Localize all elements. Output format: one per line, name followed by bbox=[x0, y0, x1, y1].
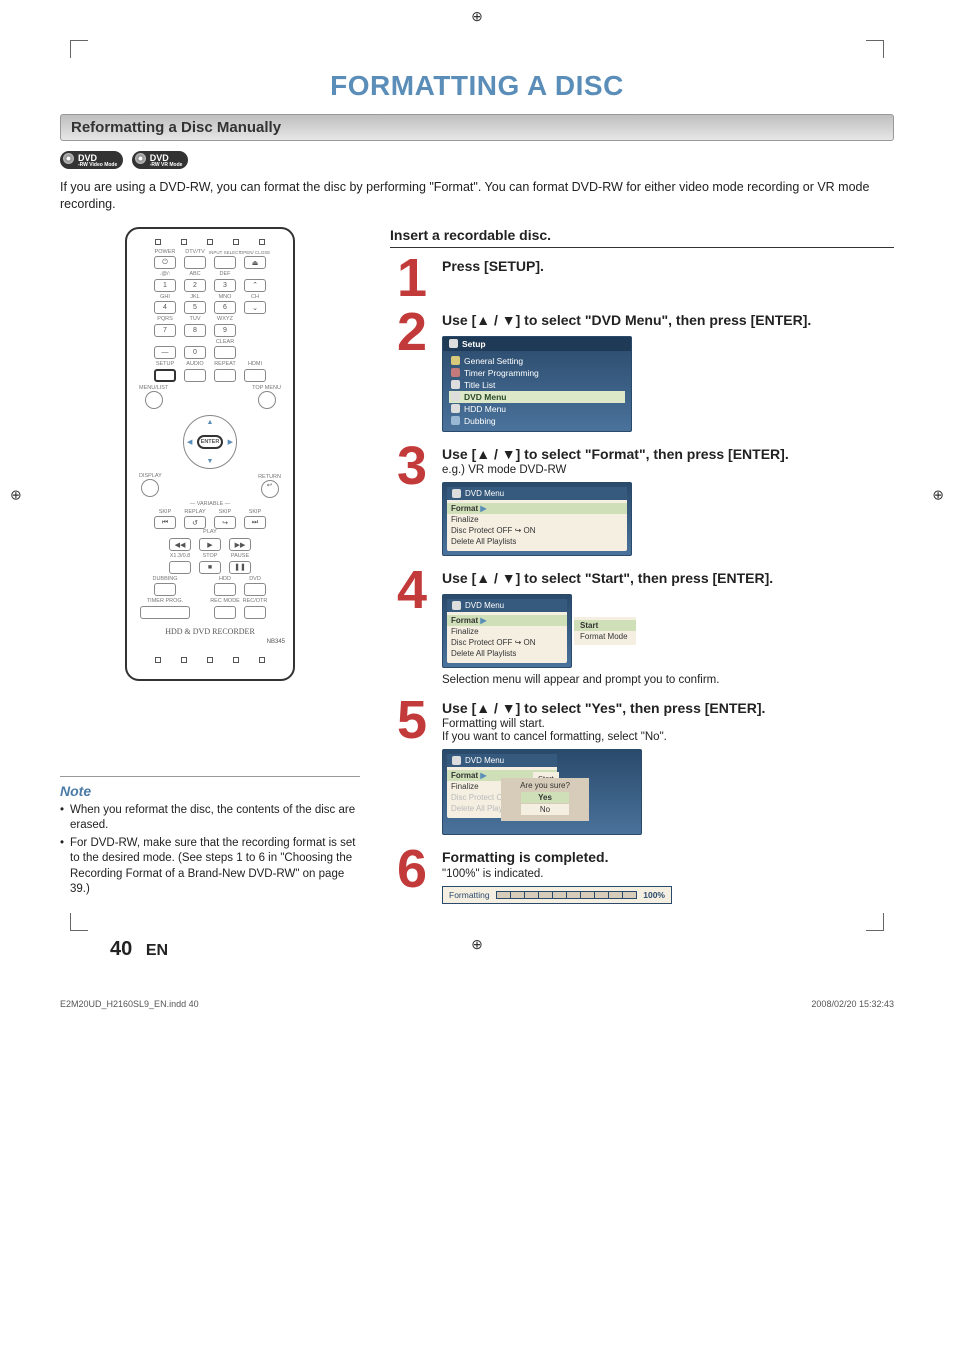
page-language: EN bbox=[146, 942, 168, 959]
timer-icon bbox=[451, 368, 460, 377]
enter-button: ENTER bbox=[197, 435, 223, 449]
note-item: When you reformat the disc, the contents… bbox=[60, 803, 360, 834]
crop-mark-icon: ⊕ bbox=[471, 8, 483, 25]
step-title: Use [▲ / ▼] to select "DVD Menu", then p… bbox=[442, 312, 894, 330]
step-after-text: Selection menu will appear and prompt yo… bbox=[442, 674, 894, 686]
section-header: Reformatting a Disc Manually bbox=[60, 114, 894, 141]
confirm-dialog: Are you sure? Yes No bbox=[501, 778, 589, 821]
step-number: 2 bbox=[390, 312, 434, 432]
start-panel: Start Format Mode bbox=[574, 617, 636, 645]
step-number: 6 bbox=[390, 849, 434, 904]
crop-mark-icon: ⊕ bbox=[932, 487, 944, 504]
dubbing-icon bbox=[451, 416, 460, 425]
list-icon bbox=[451, 380, 460, 389]
remote-brand: HDD & DVD RECORDER bbox=[135, 627, 285, 636]
confirm-osd: DVD Menu Format ▶ Finalize Disc Protect … bbox=[442, 749, 642, 835]
folder-icon bbox=[451, 356, 460, 365]
step-number: 1 bbox=[390, 258, 434, 299]
step-subtitle: Formatting will start. bbox=[442, 718, 894, 730]
dvd-menu-osd: DVD Menu Format ▶ Finalize Disc Protect … bbox=[442, 482, 632, 556]
note-box: Note When you reformat the disc, the con… bbox=[60, 776, 360, 898]
gear-icon bbox=[449, 339, 458, 348]
intro-text: If you are using a DVD-RW, you can forma… bbox=[60, 179, 894, 213]
dvd-rw-video-badge: DVD -RW Video Mode bbox=[60, 151, 123, 169]
nav-pad: ENTER ▲▼◀▶ bbox=[183, 415, 237, 469]
page-number: 40 bbox=[110, 938, 132, 960]
step-subtitle: e.g.) VR mode DVD-RW bbox=[442, 464, 894, 476]
step-title: Press [SETUP]. bbox=[442, 258, 894, 276]
step-subtitle: If you want to cancel formatting, select… bbox=[442, 731, 894, 743]
page-title: FORMATTING A DISC bbox=[60, 70, 894, 102]
disc-icon bbox=[452, 601, 461, 610]
setup-button bbox=[154, 369, 176, 382]
hdd-icon bbox=[451, 404, 460, 413]
crop-mark-icon: ⊕ bbox=[10, 487, 22, 504]
note-title: Note bbox=[60, 783, 360, 799]
step-title: Formatting is completed. bbox=[442, 849, 894, 867]
step-subtitle: "100%" is indicated. bbox=[442, 868, 894, 880]
disc-icon bbox=[452, 489, 461, 498]
step-title: Use [▲ / ▼] to select "Start", then pres… bbox=[442, 570, 894, 588]
remote-control-illustration: POWER⏻ DTV/TV INPUT SELECT OPEN/ CLOSE⏏ … bbox=[125, 227, 295, 681]
crop-corner-icon bbox=[70, 911, 90, 931]
step-6: 6 Formatting is completed. "100%" is ind… bbox=[390, 849, 894, 904]
dvd-menu-start-osd: DVD Menu Format ▶ Finalize Disc Protect … bbox=[442, 594, 572, 668]
disc-type-badges: DVD -RW Video Mode DVD -RW VR Mode bbox=[60, 151, 894, 171]
crop-corner-icon bbox=[864, 40, 884, 60]
dvd-rw-vr-badge: DVD -RW VR Mode bbox=[132, 151, 189, 169]
crop-mark-icon: ⊕ bbox=[471, 936, 483, 953]
setup-menu-osd: Setup General Setting Timer Programming … bbox=[442, 336, 632, 432]
crop-corner-icon bbox=[70, 40, 90, 60]
disc-icon bbox=[451, 392, 460, 401]
step-title: Use [▲ / ▼] to select "Format", then pre… bbox=[442, 446, 894, 464]
note-item: For DVD-RW, make sure that the recording… bbox=[60, 836, 360, 898]
step-number: 3 bbox=[390, 446, 434, 557]
crop-corner-icon bbox=[864, 911, 884, 931]
step-title: Use [▲ / ▼] to select "Yes", then press … bbox=[442, 700, 894, 718]
step-number: 4 bbox=[390, 570, 434, 686]
formatting-progress-bar: Formatting 100% bbox=[442, 886, 672, 904]
remote-model: NB345 bbox=[135, 639, 285, 645]
insert-disc-header: Insert a recordable disc. bbox=[390, 227, 894, 243]
step-5: 5 Use [▲ / ▼] to select "Yes", then pres… bbox=[390, 700, 894, 836]
disc-icon bbox=[452, 756, 461, 765]
print-timestamp: 2008/02/20 15:32:43 bbox=[811, 999, 894, 1009]
step-4: 4 Use [▲ / ▼] to select "Start", then pr… bbox=[390, 570, 894, 686]
print-metadata: E2M20UD_H2160SL9_EN.indd 40 2008/02/20 1… bbox=[0, 991, 954, 1019]
source-file: E2M20UD_H2160SL9_EN.indd 40 bbox=[60, 999, 199, 1009]
step-number: 5 bbox=[390, 700, 434, 836]
step-3: 3 Use [▲ / ▼] to select "Format", then p… bbox=[390, 446, 894, 557]
step-2: 2 Use [▲ / ▼] to select "DVD Menu", then… bbox=[390, 312, 894, 432]
step-1: 1 Press [SETUP]. bbox=[390, 258, 894, 299]
